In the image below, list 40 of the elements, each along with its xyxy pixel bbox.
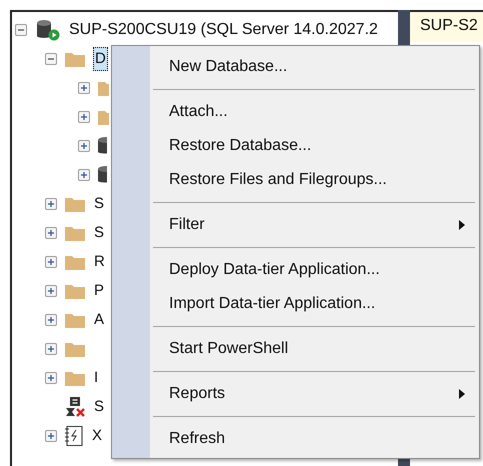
menu-item[interactable]: Import Data-tier Application...: [150, 287, 479, 321]
expand-icon[interactable]: [45, 256, 57, 268]
tree-node-label[interactable]: S: [93, 222, 106, 244]
expand-icon[interactable]: [78, 168, 90, 180]
expand-icon[interactable]: [45, 226, 57, 238]
tree-node-label[interactable]: D: [93, 46, 108, 70]
tree-node-label[interactable]: S: [93, 192, 106, 214]
expand-icon[interactable]: [45, 314, 57, 326]
notebook-icon: [64, 424, 84, 446]
menu-item[interactable]: New Database...: [150, 50, 479, 84]
collapse-icon[interactable]: [15, 24, 27, 36]
tree-node-label[interactable]: A: [93, 308, 106, 330]
document-tab[interactable]: SUP-S2: [410, 12, 483, 42]
collapse-icon[interactable]: [45, 52, 57, 64]
expand-icon[interactable]: [78, 110, 90, 122]
server-node-label[interactable]: SUP-S200CSU19 (SQL Server 14.0.2027.2: [69, 18, 378, 42]
menu-item[interactable]: Deploy Data-tier Application...: [150, 253, 479, 287]
menu-item[interactable]: Start PowerShell: [150, 332, 479, 366]
tree-node-label[interactable]: P: [93, 280, 106, 302]
tree-node-label[interactable]: X: [91, 424, 104, 446]
server-icon: [35, 19, 61, 41]
database-icon: [97, 164, 107, 184]
menu-item[interactable]: Reports: [150, 377, 479, 411]
expand-icon[interactable]: [78, 82, 90, 94]
expand-icon[interactable]: [45, 198, 57, 210]
expand-icon[interactable]: [78, 140, 90, 152]
menu-item[interactable]: Refresh: [150, 422, 479, 456]
tree-node-label[interactable]: S: [93, 396, 106, 418]
expand-icon[interactable]: [45, 430, 57, 442]
menu-item[interactable]: Restore Database...: [150, 129, 479, 163]
expand-icon[interactable]: [45, 372, 57, 384]
database-icon: [97, 136, 107, 156]
menu-item[interactable]: Filter: [150, 208, 479, 242]
tree-node-label[interactable]: R: [93, 250, 106, 272]
agent-stopped-icon: [64, 396, 86, 418]
expand-icon[interactable]: [45, 342, 57, 354]
menu-item[interactable]: Attach...: [150, 95, 479, 129]
expand-icon[interactable]: [45, 284, 57, 296]
menu-item[interactable]: Restore Files and Filegroups...: [150, 163, 479, 197]
tree-node-label[interactable]: I: [93, 366, 100, 388]
